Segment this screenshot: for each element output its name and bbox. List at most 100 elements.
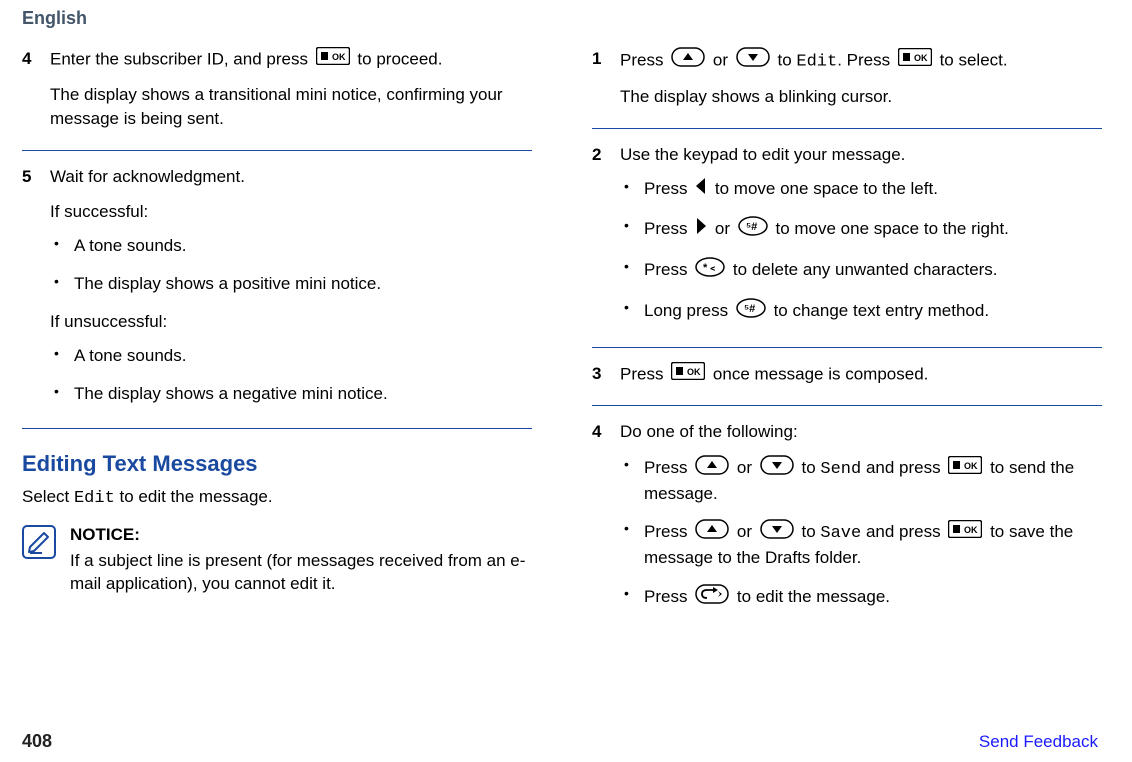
edit-label: Edit (796, 52, 837, 71)
bullet: Press to move one space to the left. (620, 177, 1102, 202)
text: Press (620, 364, 668, 383)
text: to delete any unwanted characters. (733, 260, 998, 279)
hash-button-icon: ⁵# (738, 216, 768, 243)
svg-text:⁵#: ⁵# (744, 303, 755, 315)
bullet: A tone sounds. (50, 234, 532, 258)
star-button-icon: *﹤ (695, 257, 725, 284)
notice-text: If a subject line is present (for messag… (70, 551, 525, 594)
text: to move one space to the right. (775, 219, 1008, 238)
text: Enter the subscriber ID, and press (50, 49, 313, 68)
text: Long press (644, 301, 733, 320)
notice-icon (22, 525, 56, 596)
separator (22, 150, 532, 151)
ok-button-icon: OK (948, 456, 982, 481)
text: Select (22, 487, 74, 506)
step-3: 3 Press OK once message is composed. (592, 362, 1102, 398)
text: to move one space to the left. (710, 179, 938, 198)
step-number: 2 (592, 143, 606, 339)
step-4b: 4 Do one of the following: Press or to S… (592, 420, 1102, 625)
text: . Press (837, 50, 895, 69)
bullet: Long press ⁵# to change text entry metho… (620, 298, 1102, 325)
step-4b-line1: Do one of the following: (620, 420, 1102, 445)
step-number: 5 (22, 165, 36, 420)
bullet: Press or to Save and press OK to save th… (620, 519, 1102, 570)
notice-title: NOTICE: (70, 523, 532, 547)
text: Press (644, 587, 692, 606)
step-5-line1: Wait for acknowledgment. (50, 165, 532, 190)
text: and press (861, 522, 945, 541)
right-column: 1 Press or to Edit. Press OK (592, 47, 1102, 633)
separator (22, 428, 532, 429)
text: to change text entry method. (774, 301, 989, 320)
down-button-icon (736, 47, 770, 75)
left-arrow-icon (695, 177, 707, 202)
text: Press (644, 179, 692, 198)
down-button-icon (760, 455, 794, 482)
svg-text:OK: OK (964, 461, 978, 471)
ok-button-icon: OK (948, 520, 982, 545)
ok-button-icon: OK (898, 48, 932, 74)
up-button-icon (695, 455, 729, 482)
svg-text:OK: OK (914, 53, 928, 63)
text: to select. (940, 50, 1008, 69)
step-4: 4 Enter the subscriber ID, and press OK … (22, 47, 532, 142)
separator (592, 405, 1102, 406)
step-number: 3 (592, 362, 606, 398)
step-1-line1: Press or to Edit. Press OK to select (620, 47, 1102, 75)
text: to proceed. (357, 49, 442, 68)
svg-text:⁵#: ⁵# (746, 221, 757, 233)
text: or (710, 219, 735, 238)
text: once message is composed. (713, 364, 928, 383)
section-heading: Editing Text Messages (22, 451, 532, 477)
text: Press (620, 50, 668, 69)
step-4-line1: Enter the subscriber ID, and press OK to… (50, 47, 532, 73)
text: to edit the message. (737, 587, 890, 606)
page-number: 408 (22, 731, 52, 752)
bullet: The display shows a negative mini notice… (50, 382, 532, 406)
step-4-line2: The display shows a transitional mini no… (50, 83, 532, 132)
down-button-icon (760, 519, 794, 546)
save-label: Save (820, 524, 861, 543)
separator (592, 347, 1102, 348)
text: or (737, 522, 757, 541)
hash-button-icon: ⁵# (736, 298, 766, 325)
step-5: 5 Wait for acknowledgment. If successful… (22, 165, 532, 420)
svg-text:OK: OK (964, 525, 978, 535)
text: to (778, 50, 797, 69)
if-successful: If successful: (50, 200, 532, 225)
language-header: English (22, 8, 1102, 29)
right-arrow-icon (695, 217, 707, 242)
up-button-icon (671, 47, 705, 75)
step-number: 1 (592, 47, 606, 120)
svg-text:OK: OK (687, 367, 701, 377)
step-2: 2 Use the keypad to edit your message. P… (592, 143, 1102, 339)
up-button-icon (695, 519, 729, 546)
separator (592, 128, 1102, 129)
text: Press (644, 522, 692, 541)
text: to (802, 458, 821, 477)
text: Press (644, 219, 692, 238)
text: to (802, 522, 821, 541)
bullet: Press or to Send and press OK to send th… (620, 455, 1102, 506)
bullet: Press or ⁵# to move one space to the rig… (620, 216, 1102, 243)
step-number: 4 (592, 420, 606, 625)
left-column: 4 Enter the subscriber ID, and press OK … (22, 47, 532, 633)
intro-text: Select Edit to edit the message. (22, 485, 532, 511)
step-number: 4 (22, 47, 36, 142)
text: and press (861, 458, 945, 477)
svg-text:*﹤: *﹤ (703, 262, 718, 274)
step-1: 1 Press or to Edit. Press OK (592, 47, 1102, 120)
if-unsuccessful: If unsuccessful: (50, 310, 532, 335)
bullet: A tone sounds. (50, 344, 532, 368)
bullet: Press to edit the message. (620, 584, 1102, 611)
bullet: Press *﹤ to delete any unwanted characte… (620, 257, 1102, 284)
text: to edit the message. (115, 487, 273, 506)
notice-block: NOTICE: If a subject line is present (fo… (22, 523, 532, 596)
text: or (713, 50, 733, 69)
svg-text:OK: OK (332, 52, 346, 62)
step-3-line: Press OK once message is composed. (620, 362, 1102, 388)
send-feedback-link[interactable]: Send Feedback (979, 732, 1098, 752)
ok-button-icon: OK (316, 47, 350, 73)
edit-label: Edit (74, 489, 115, 508)
back-button-icon (695, 584, 729, 611)
